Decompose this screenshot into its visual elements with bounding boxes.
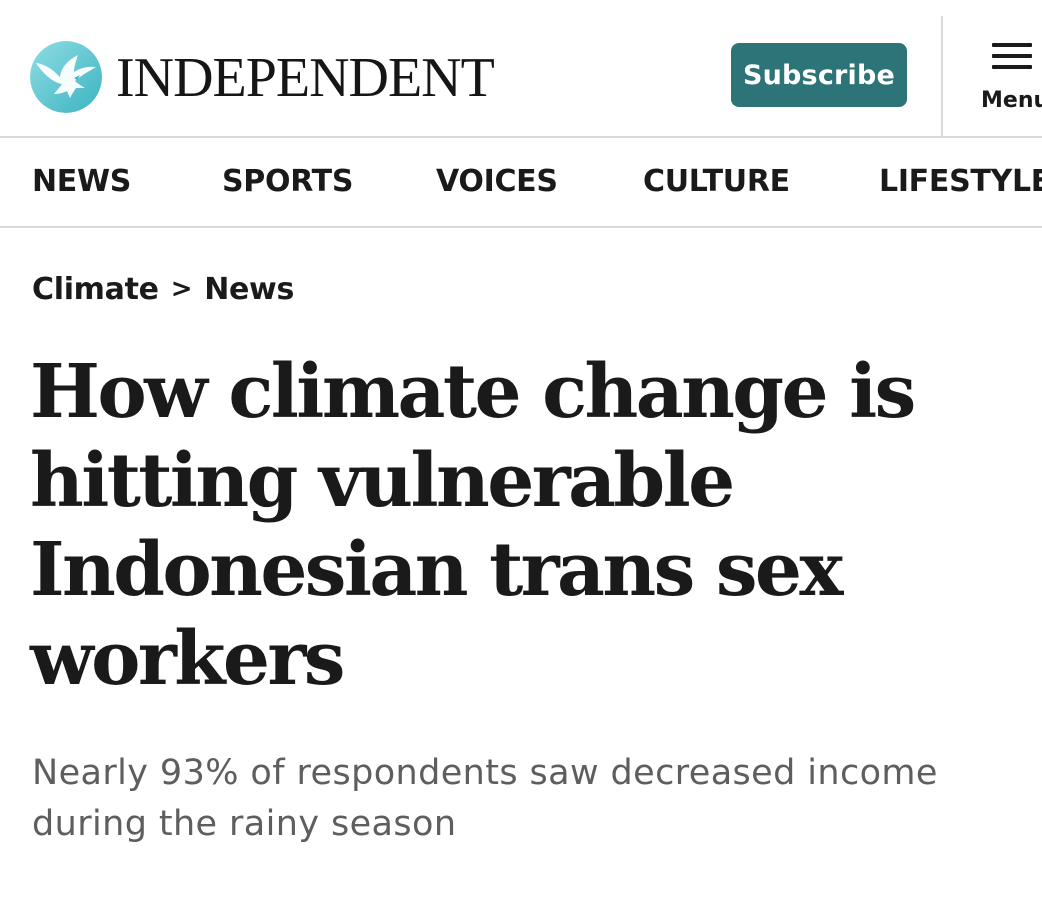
logo-wordmark: INDEPENDENT	[116, 47, 495, 109]
nav-item-voices[interactable]: VOICES	[436, 164, 558, 199]
nav-item-sports[interactable]: SPORTS	[222, 164, 353, 199]
subscribe-button[interactable]: Subscribe	[731, 43, 907, 107]
breadcrumb-climate[interactable]: Climate	[32, 272, 159, 307]
breadcrumb-news[interactable]: News	[204, 272, 294, 307]
nav-item-lifestyle[interactable]: LIFESTYLE	[879, 164, 1042, 199]
site-logo-link[interactable]: INDEPENDENT	[30, 40, 495, 114]
hamburger-icon	[992, 43, 1032, 69]
site-header: INDEPENDENT Subscribe Menu	[0, 0, 1042, 138]
nav-item-culture[interactable]: CULTURE	[643, 164, 790, 199]
section-nav: NEWS SPORTS VOICES CULTURE LIFESTYLE	[0, 138, 1042, 228]
breadcrumb-separator: >	[170, 274, 193, 304]
breadcrumb: Climate > News	[32, 272, 294, 307]
nav-item-news[interactable]: NEWS	[32, 164, 131, 199]
article-headline: How climate change is hitting vulnerable…	[30, 349, 916, 702]
menu-button[interactable]: Menu	[976, 40, 1042, 120]
article-standfirst: Nearly 93% of respondents saw decreased …	[32, 753, 938, 844]
eagle-icon	[30, 41, 102, 113]
header-divider	[941, 16, 943, 138]
menu-label: Menu	[981, 88, 1042, 113]
